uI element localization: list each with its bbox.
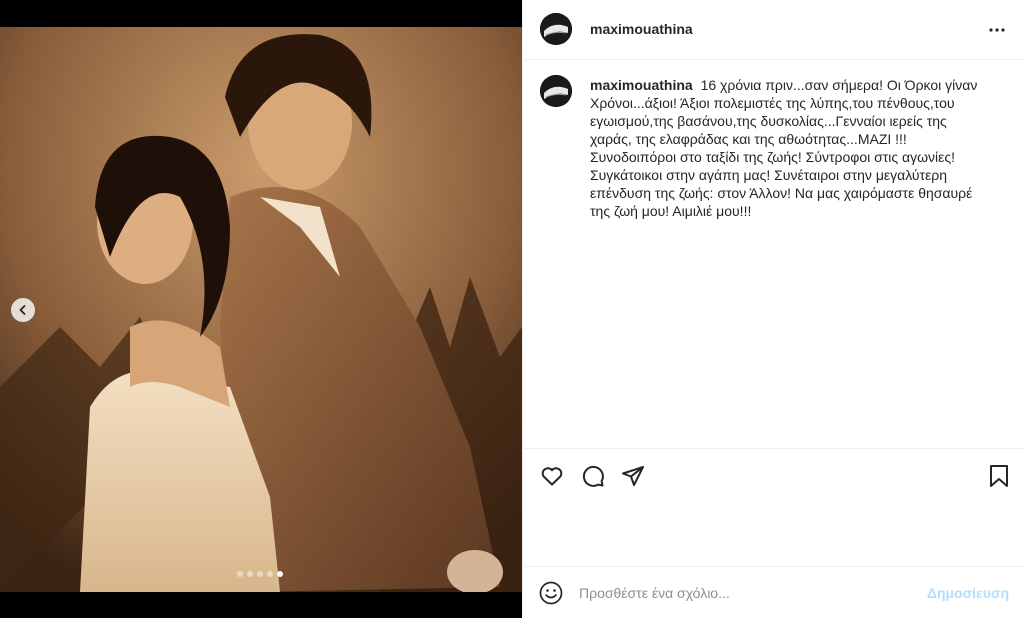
header-username[interactable]: maximouathina [590,21,693,37]
chevron-left-icon [19,305,26,315]
more-options-button[interactable] [987,20,1007,40]
send-icon [622,466,644,486]
caption-text: maximouathina 16 χρόνια πριν...σαν σήμερ… [590,76,990,220]
more-horizontal-icon [989,28,1005,32]
smiley-icon [539,581,563,605]
photo-illustration [0,27,522,592]
post-photo[interactable] [0,27,522,592]
avatar-image [540,13,572,45]
carousel-prev-button[interactable] [11,298,35,322]
caption-username[interactable]: maximouathina [590,77,693,93]
share-button[interactable] [619,462,647,490]
comment-button[interactable] [579,462,607,490]
comment-input[interactable] [579,583,919,603]
carousel-indicator [237,571,283,577]
action-bar [523,448,1024,566]
save-button[interactable] [985,462,1013,490]
carousel-dot [267,571,273,577]
post-comment-button[interactable]: Δημοσίευση [927,585,1009,601]
post-header: maximouathina [523,0,1024,60]
avatar[interactable] [540,75,572,107]
bookmark-icon [990,465,1008,487]
post-side-panel: maximouathina maximouathina 16 χρόνια πρ… [522,0,1024,618]
comment-form: Δημοσίευση [523,566,1024,618]
emoji-button[interactable] [539,581,563,605]
like-button[interactable] [538,462,566,490]
avatar[interactable] [540,13,572,45]
carousel-dot [257,571,263,577]
avatar-image [540,75,572,107]
carousel-dot [247,571,253,577]
comment-icon [582,465,604,487]
carousel-dot [237,571,243,577]
heart-icon [541,467,563,486]
carousel-dot [277,571,283,577]
caption-body: 16 χρόνια πριν...σαν σήμερα! Οι Όρκοι γί… [590,77,978,219]
post-media [0,0,522,618]
